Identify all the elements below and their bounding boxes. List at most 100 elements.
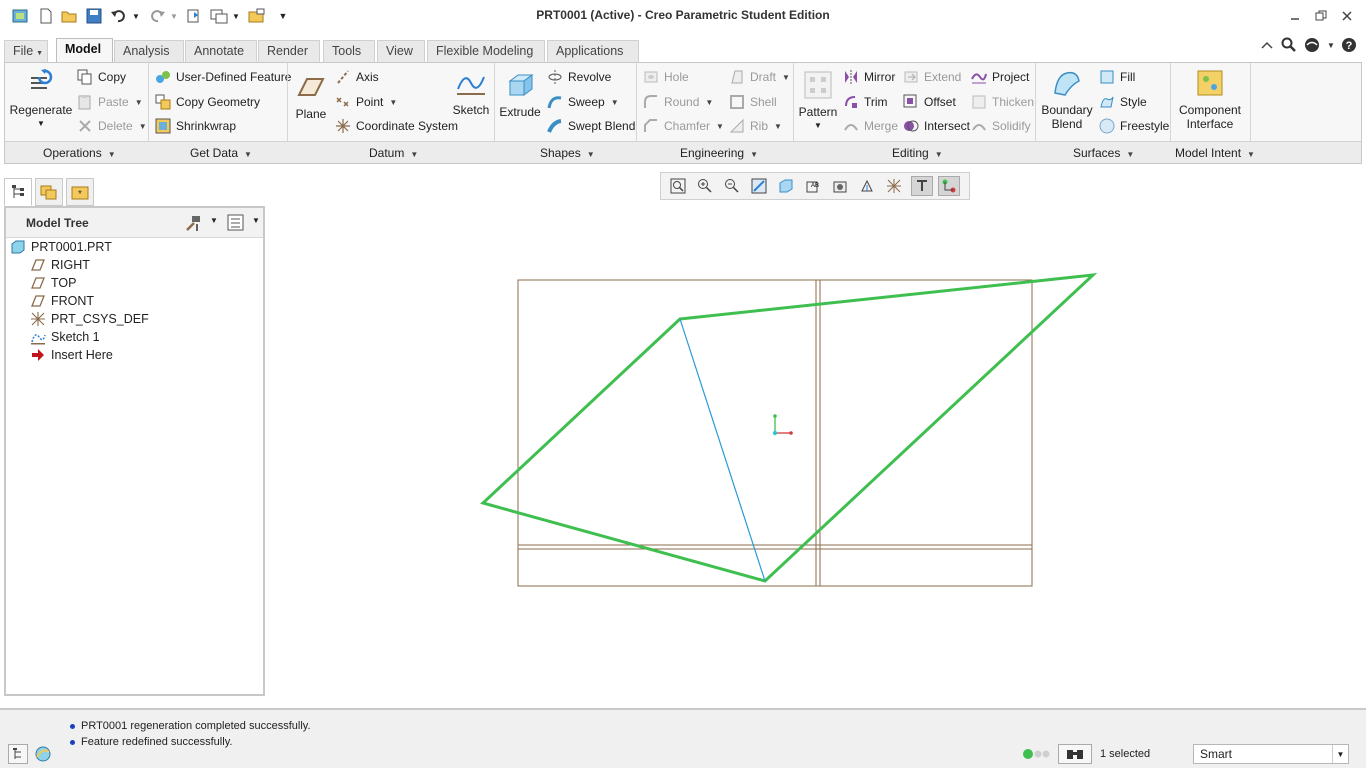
regenerate-button[interactable]: Regenerate ▼ bbox=[9, 67, 73, 128]
swept-blend-button[interactable]: Swept Blend bbox=[547, 118, 635, 134]
find-icon[interactable] bbox=[1058, 744, 1092, 764]
browser-icon[interactable] bbox=[33, 744, 53, 764]
search-icon[interactable] bbox=[1280, 36, 1298, 54]
graphics-toolbar: AB bbox=[660, 172, 970, 200]
group-operations[interactable]: Operations ▼ bbox=[43, 146, 116, 160]
graphics-area[interactable] bbox=[270, 205, 1362, 705]
sweep-button[interactable]: Sweep ▼ bbox=[547, 94, 619, 110]
tree-item-right[interactable]: RIGHT bbox=[30, 256, 90, 274]
tree-settings-icon[interactable] bbox=[184, 214, 202, 235]
model-tree-tab[interactable] bbox=[4, 178, 32, 206]
mirror-button[interactable]: Mirror bbox=[843, 69, 895, 85]
view-manager-icon[interactable] bbox=[829, 176, 851, 196]
boundary-blend-button[interactable]: Boundary Blend bbox=[1039, 67, 1095, 131]
hole-button[interactable]: Hole bbox=[643, 69, 689, 85]
tab-view[interactable]: View bbox=[377, 40, 425, 62]
help-icon[interactable]: ? bbox=[1340, 36, 1358, 54]
folder-browser-tab[interactable] bbox=[35, 178, 63, 206]
restore-icon[interactable] bbox=[1310, 7, 1332, 25]
coordinate-system-button[interactable]: Coordinate System bbox=[335, 118, 458, 134]
shrinkwrap-icon bbox=[155, 118, 171, 134]
repaint-icon[interactable] bbox=[748, 176, 770, 196]
trim-button[interactable]: Trim bbox=[843, 94, 888, 110]
community-icon[interactable] bbox=[1303, 36, 1321, 54]
saved-orientations-icon[interactable]: AB bbox=[802, 176, 824, 196]
sketch-diagonal[interactable] bbox=[679, 318, 766, 582]
round-button[interactable]: Round ▼ bbox=[643, 94, 713, 110]
sketch-button[interactable]: Sketch bbox=[451, 67, 491, 117]
tab-model[interactable]: Model bbox=[56, 38, 113, 63]
freestyle-button[interactable]: Freestyle bbox=[1099, 118, 1169, 134]
style-button[interactable]: Style bbox=[1099, 94, 1147, 110]
chevron-down-icon[interactable]: ▼ bbox=[210, 216, 218, 225]
close-icon[interactable] bbox=[1336, 7, 1358, 25]
zoom-out-icon[interactable] bbox=[721, 176, 743, 196]
tab-render[interactable]: Render bbox=[258, 40, 320, 62]
refit-icon[interactable] bbox=[667, 176, 689, 196]
annotation-display-icon[interactable] bbox=[911, 176, 933, 196]
tab-applications[interactable]: Applications bbox=[547, 40, 639, 62]
show-navigator-icon[interactable] bbox=[8, 744, 28, 764]
status-bar: PRT0001 regeneration completed successfu… bbox=[0, 708, 1366, 768]
intersect-button[interactable]: Intersect bbox=[903, 118, 970, 134]
group-editing[interactable]: Editing ▼ bbox=[892, 146, 943, 160]
rib-button[interactable]: Rib ▼ bbox=[729, 118, 782, 134]
paste-button[interactable]: Paste ▼ bbox=[77, 94, 143, 110]
group-get-data[interactable]: Get Data ▼ bbox=[190, 146, 252, 160]
shell-button[interactable]: Shell bbox=[729, 94, 777, 110]
sketch-outline[interactable] bbox=[480, 273, 1098, 583]
thicken-button[interactable]: Thicken bbox=[971, 94, 1034, 110]
tree-item-sketch[interactable]: Sketch 1 bbox=[30, 328, 100, 346]
selection-filter-select[interactable]: Smart ▼ bbox=[1193, 744, 1349, 764]
offset-button[interactable]: Offset bbox=[903, 94, 956, 110]
zoom-in-icon[interactable] bbox=[694, 176, 716, 196]
pattern-button[interactable]: Pattern ▼ bbox=[797, 69, 839, 130]
tree-item-front[interactable]: FRONT bbox=[30, 292, 94, 310]
tree-item-part[interactable]: PRT0001.PRT bbox=[10, 238, 112, 256]
sketch-geometry[interactable] bbox=[480, 273, 1098, 583]
group-model-intent[interactable]: Model Intent ▼ bbox=[1175, 146, 1255, 160]
tab-tools[interactable]: Tools bbox=[323, 40, 375, 62]
datum-display-icon[interactable] bbox=[883, 176, 905, 196]
tree-item-insert-here[interactable]: Insert Here bbox=[30, 346, 113, 364]
group-engineering[interactable]: Engineering ▼ bbox=[680, 146, 758, 160]
udf-button[interactable]: User-Defined Feature bbox=[155, 69, 291, 85]
shrinkwrap-button[interactable]: Shrinkwrap bbox=[155, 118, 236, 134]
plane-button[interactable]: Plane bbox=[293, 71, 329, 121]
group-surfaces[interactable]: Surfaces ▼ bbox=[1073, 146, 1134, 160]
spin-center-icon[interactable] bbox=[938, 176, 960, 196]
point-button[interactable]: Point ▼ bbox=[335, 94, 397, 110]
display-style-icon[interactable] bbox=[775, 176, 797, 196]
copy-geometry-button[interactable]: Copy Geometry bbox=[155, 94, 260, 110]
delete-button[interactable]: Delete ▼ bbox=[77, 118, 147, 134]
minimize-icon[interactable] bbox=[1284, 7, 1306, 25]
tree-item-top[interactable]: TOP bbox=[30, 274, 76, 292]
community-dropdown-icon[interactable]: ▼ bbox=[1322, 36, 1340, 54]
copy-button[interactable]: Copy bbox=[77, 69, 126, 85]
extend-button[interactable]: Extend bbox=[903, 69, 961, 85]
chevron-down-icon[interactable]: ▼ bbox=[252, 216, 260, 225]
chamfer-button[interactable]: Chamfer ▼ bbox=[643, 118, 724, 134]
revolve-button[interactable]: Revolve bbox=[547, 69, 611, 85]
component-interface-button[interactable]: Component Interface bbox=[1175, 67, 1245, 131]
group-shapes[interactable]: Shapes ▼ bbox=[540, 146, 595, 160]
tab-analysis[interactable]: Analysis bbox=[114, 40, 184, 62]
group-datum[interactable]: Datum ▼ bbox=[369, 146, 418, 160]
tab-annotate[interactable]: Annotate bbox=[185, 40, 257, 62]
draft-button[interactable]: Draft ▼ bbox=[729, 69, 790, 85]
axis-button[interactable]: Axis bbox=[335, 69, 379, 85]
tree-item-csys[interactable]: PRT_CSYS_DEF bbox=[30, 310, 149, 328]
perspective-icon[interactable] bbox=[856, 176, 878, 196]
favorites-tab[interactable]: * bbox=[66, 178, 94, 206]
tab-file[interactable]: File ▼ bbox=[4, 40, 48, 62]
project-button[interactable]: Project bbox=[971, 69, 1029, 85]
tab-flexible-modeling[interactable]: Flexible Modeling bbox=[427, 40, 545, 62]
tree-filters-icon[interactable] bbox=[227, 214, 245, 235]
status-message-text: Feature redefined successfully. bbox=[81, 736, 233, 748]
merge-button[interactable]: Merge bbox=[843, 118, 898, 134]
fill-button[interactable]: Fill bbox=[1099, 69, 1135, 85]
solidify-button[interactable]: Solidify bbox=[971, 118, 1031, 134]
extrude-button[interactable]: Extrude bbox=[499, 69, 541, 119]
model-viewport[interactable] bbox=[270, 205, 1362, 705]
minimize-ribbon-icon[interactable] bbox=[1258, 36, 1276, 54]
